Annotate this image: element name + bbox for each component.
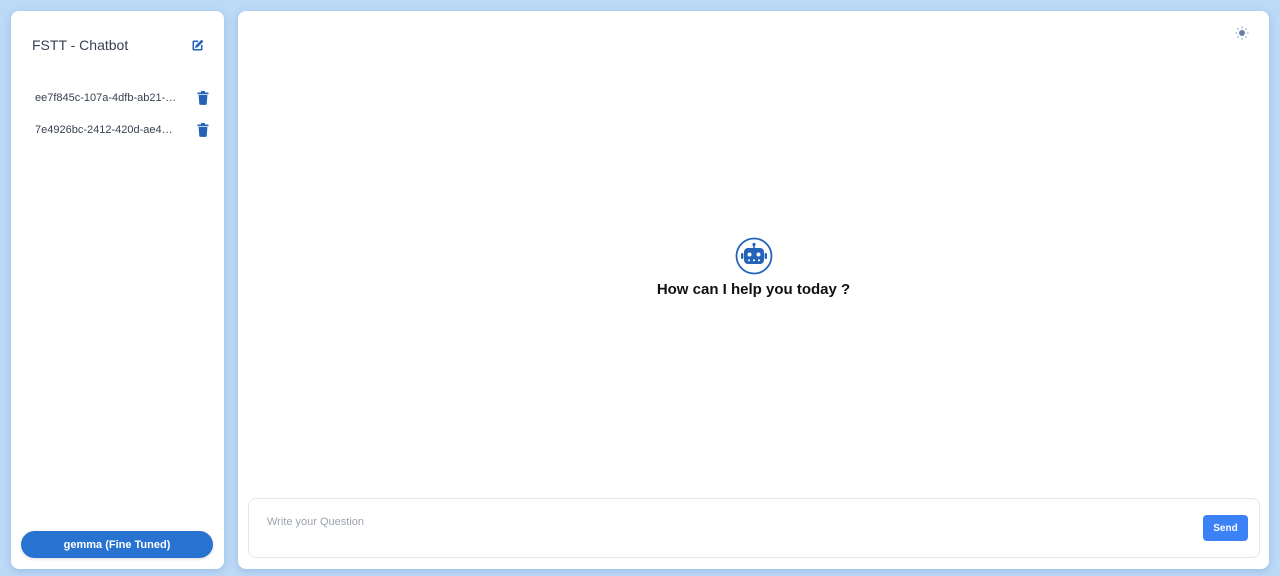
welcome-heading: How can I help you today ? (656, 281, 851, 298)
edit-icon[interactable] (189, 37, 205, 53)
sidebar-header: FSTT - Chatbot (32, 35, 205, 55)
welcome-section: How can I help you today ? (238, 237, 1269, 298)
app-title: FSTT - Chatbot (32, 37, 129, 53)
question-input[interactable] (267, 513, 1167, 531)
trash-icon[interactable] (195, 122, 211, 138)
sun-icon[interactable] (1235, 26, 1249, 40)
trash-icon[interactable] (195, 90, 211, 106)
message-composer: Send (248, 498, 1260, 558)
chat-item[interactable]: 7e4926bc-2412-420d-ae46-… (35, 114, 211, 146)
send-button[interactable]: Send (1203, 515, 1248, 541)
chat-item-label: ee7f845c-107a-4dfb-ab21-a… (35, 92, 177, 104)
chat-list: ee7f845c-107a-4dfb-ab21-a… 7e4926bc-2412… (35, 82, 211, 146)
model-select-button[interactable]: gemma (Fine Tuned) (21, 531, 213, 558)
robot-icon (238, 237, 1269, 275)
chat-item-label: 7e4926bc-2412-420d-ae46-… (35, 124, 177, 136)
chat-panel: How can I help you today ? Send (238, 11, 1269, 569)
chat-item[interactable]: ee7f845c-107a-4dfb-ab21-a… (35, 82, 211, 114)
sidebar: FSTT - Chatbot ee7f845c-107a-4dfb-ab21-a… (11, 11, 224, 569)
